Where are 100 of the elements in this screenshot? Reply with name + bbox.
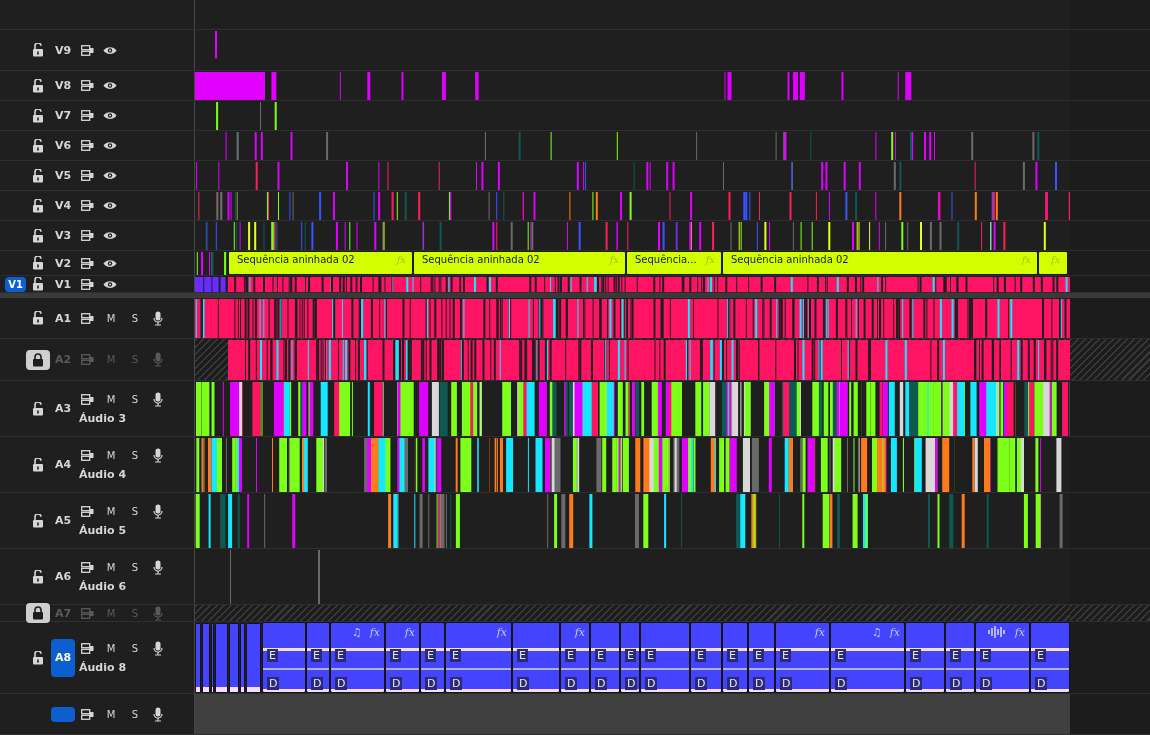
lock-toggle-icon[interactable] bbox=[26, 603, 50, 623]
lock-toggle-icon[interactable] bbox=[32, 168, 44, 183]
sync-lock-icon[interactable] bbox=[80, 642, 94, 654]
channel-label: D bbox=[267, 677, 280, 690]
mic-icon[interactable] bbox=[153, 310, 163, 326]
lock-toggle-icon[interactable] bbox=[32, 198, 44, 213]
audio-clip[interactable]: E D bbox=[905, 622, 945, 693]
mic-icon[interactable] bbox=[153, 640, 163, 656]
audio-clip[interactable]: E D bbox=[640, 622, 690, 693]
audio-clip[interactable]: E D bbox=[620, 622, 640, 693]
mute-button[interactable]: M bbox=[106, 449, 116, 461]
sync-lock-icon[interactable] bbox=[80, 200, 94, 211]
eye-icon[interactable] bbox=[103, 81, 117, 90]
track-target-button[interactable]: A8 bbox=[51, 638, 75, 677]
sync-lock-icon[interactable] bbox=[80, 44, 94, 56]
audio-clip[interactable]: E D bbox=[306, 622, 330, 693]
channel-label: D bbox=[980, 677, 993, 690]
solo-button[interactable]: S bbox=[131, 505, 139, 517]
audio-clip[interactable]: E D bbox=[945, 622, 975, 693]
fx-label: fx bbox=[1051, 254, 1061, 265]
channel-label: E bbox=[910, 649, 921, 662]
lock-toggle-icon[interactable] bbox=[32, 401, 44, 416]
mic-icon[interactable] bbox=[153, 447, 163, 463]
sync-lock-icon[interactable] bbox=[80, 708, 94, 720]
solo-button[interactable]: S bbox=[131, 642, 139, 654]
track-target-button[interactable] bbox=[51, 706, 75, 722]
sync-lock-icon[interactable] bbox=[80, 278, 94, 290]
mic-icon[interactable] bbox=[153, 503, 163, 519]
eye-icon[interactable] bbox=[103, 111, 117, 120]
audio-clip[interactable]: fx E D bbox=[775, 622, 830, 693]
audio-clip[interactable]: fx E D bbox=[445, 622, 512, 693]
audio-clip[interactable]: E D bbox=[1030, 622, 1070, 693]
mute-button[interactable]: M bbox=[106, 642, 116, 654]
sync-lock-icon[interactable] bbox=[80, 80, 94, 91]
lock-toggle-icon[interactable] bbox=[32, 513, 44, 528]
lock-toggle-icon[interactable] bbox=[32, 138, 44, 153]
mic-icon[interactable] bbox=[153, 706, 163, 722]
lock-toggle-icon[interactable] bbox=[32, 78, 44, 93]
audio-clip[interactable]: E D bbox=[420, 622, 445, 693]
lock-toggle-icon[interactable] bbox=[32, 457, 44, 472]
audio-clip[interactable]: E D bbox=[262, 622, 306, 693]
channel-label: D bbox=[565, 677, 578, 690]
solo-button[interactable]: S bbox=[131, 312, 139, 324]
channel-label: D bbox=[695, 677, 708, 690]
mute-button[interactable]: M bbox=[106, 561, 116, 573]
channel-label: D bbox=[950, 677, 963, 690]
mic-icon[interactable] bbox=[153, 391, 163, 407]
eye-icon[interactable] bbox=[103, 141, 117, 150]
mic-icon[interactable] bbox=[153, 559, 163, 575]
mute-button[interactable]: M bbox=[106, 312, 116, 324]
solo-button[interactable]: S bbox=[131, 708, 139, 720]
source-patch-button[interactable]: V1 bbox=[5, 276, 26, 292]
sync-lock-icon[interactable] bbox=[80, 393, 94, 405]
sync-lock-icon[interactable] bbox=[80, 110, 94, 121]
lock-toggle-icon[interactable] bbox=[32, 569, 44, 584]
solo-button[interactable]: S bbox=[131, 449, 139, 461]
track-label: V5 bbox=[54, 169, 72, 182]
track-label: V1 bbox=[54, 277, 72, 291]
sync-lock-icon[interactable] bbox=[80, 505, 94, 517]
waveform-icon bbox=[986, 625, 1007, 639]
lock-toggle-icon[interactable] bbox=[32, 650, 44, 665]
audio-clip[interactable]: fx E D bbox=[560, 622, 590, 693]
sync-lock-icon[interactable] bbox=[80, 561, 94, 573]
sync-lock-icon[interactable] bbox=[80, 170, 94, 181]
audio-clip[interactable]: E D bbox=[722, 622, 748, 693]
channel-label: D bbox=[390, 677, 403, 690]
audio-clip[interactable]: E D bbox=[748, 622, 775, 693]
lock-toggle-icon[interactable] bbox=[32, 311, 44, 325]
lock-toggle-icon[interactable] bbox=[32, 43, 44, 57]
audio-clip[interactable]: E D bbox=[590, 622, 620, 693]
lock-toggle-icon[interactable] bbox=[32, 228, 44, 243]
eye-icon[interactable] bbox=[103, 45, 117, 55]
channel-label: E bbox=[425, 649, 436, 662]
clip-title: Sequência aninhada 02 bbox=[422, 254, 540, 265]
sync-lock-icon[interactable] bbox=[80, 257, 94, 269]
lock-toggle-icon[interactable] bbox=[32, 256, 44, 270]
eye-icon[interactable] bbox=[103, 171, 117, 180]
solo-button[interactable]: S bbox=[131, 393, 139, 405]
lock-toggle-icon[interactable] bbox=[32, 277, 44, 291]
eye-icon[interactable] bbox=[103, 279, 117, 289]
eye-icon[interactable] bbox=[103, 258, 117, 268]
audio-clip[interactable]: E D bbox=[690, 622, 722, 693]
lock-toggle-icon[interactable] bbox=[26, 349, 50, 370]
track-label: A4 bbox=[54, 458, 72, 471]
eye-icon[interactable] bbox=[103, 231, 117, 240]
sync-lock-icon[interactable] bbox=[80, 449, 94, 461]
eye-icon[interactable] bbox=[103, 201, 117, 210]
sync-lock-icon[interactable] bbox=[80, 140, 94, 151]
mute-button[interactable]: M bbox=[106, 505, 116, 517]
sync-lock-icon[interactable] bbox=[80, 230, 94, 241]
audio-clip[interactable]: E D bbox=[512, 622, 560, 693]
audio-clip[interactable]: ♫ fx E D bbox=[330, 622, 385, 693]
audio-clip[interactable]: fx E D bbox=[385, 622, 420, 693]
sync-lock-icon[interactable] bbox=[80, 312, 94, 324]
audio-clip[interactable]: fx E D bbox=[975, 622, 1030, 693]
audio-clip[interactable]: ♫ fx E D bbox=[830, 622, 905, 693]
mute-button[interactable]: M bbox=[106, 708, 116, 720]
solo-button[interactable]: S bbox=[131, 561, 139, 573]
lock-toggle-icon[interactable] bbox=[32, 108, 44, 123]
mute-button[interactable]: M bbox=[106, 393, 116, 405]
